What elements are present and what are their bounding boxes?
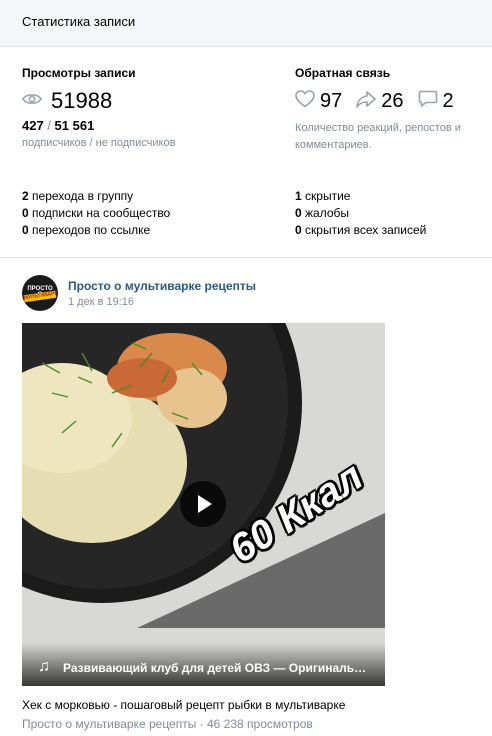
video-meta: Просто о мультиварке рецепты · 46 238 пр… <box>22 717 313 731</box>
comments-stat: 2 <box>418 90 454 113</box>
video-caption-bar: ♫ Развивающий клуб для детей ОВЗ — Ориги… <box>22 642 385 686</box>
post-card: ПРОСТО О МУЛЬТИВАРКЕ Просто о мультиварк… <box>0 258 492 736</box>
list-item-label: жалобы <box>301 206 350 220</box>
views-row: 51988 <box>22 88 112 114</box>
list-item-label: скрытия всех записей <box>301 223 427 237</box>
list-item-label: скрытие <box>301 189 351 203</box>
list-item-value: 0 <box>22 223 29 237</box>
likes-stat: 97 <box>295 90 342 113</box>
group-name-link[interactable]: Просто о мультиварке рецепты <box>68 279 256 293</box>
right-stats-list: 1 скрытие 0 жалобы 0 скрытия всех записе… <box>295 188 426 239</box>
list-item: 0 скрытия всех записей <box>295 222 426 239</box>
views-separator: / <box>43 118 55 133</box>
list-item: 0 переходов по ссылке <box>22 222 170 239</box>
share-icon <box>356 90 377 113</box>
list-item-value: 1 <box>295 189 302 203</box>
list-item-label: подписки на сообщество <box>28 206 171 220</box>
list-item-label: переходов по ссылке <box>28 223 151 237</box>
group-avatar[interactable]: ПРОСТО О МУЛЬТИВАРКЕ <box>22 275 58 311</box>
feedback-title: Обратная связь <box>295 66 391 80</box>
heart-icon <box>295 89 315 113</box>
page-title: Статистика записи <box>22 14 136 29</box>
list-item: 1 скрытие <box>295 188 426 205</box>
stats-panel: Просмотры записи 51988 427 / 51 561 подп… <box>0 48 492 256</box>
list-item-value: 0 <box>295 223 302 237</box>
feedback-row: 97 26 2 <box>295 88 468 114</box>
list-item-value: 0 <box>22 206 29 220</box>
post-date[interactable]: 1 дек в 19:16 <box>68 296 134 308</box>
eye-icon <box>22 92 42 111</box>
views-count: 51988 <box>51 88 113 113</box>
comment-icon <box>418 90 438 113</box>
list-item: 2 перехода в группу <box>22 188 170 205</box>
views-split-caption: подписчиков / не подписчиков <box>22 137 176 149</box>
list-item: 0 подписки на сообщество <box>22 205 170 222</box>
play-icon[interactable] <box>180 481 226 527</box>
left-stats-list: 2 перехода в группу 0 подписки на сообще… <box>22 188 170 239</box>
video-player[interactable]: 60 Ккал ♫ Развивающий клуб для детей ОВЗ… <box>22 323 385 686</box>
video-title-link[interactable]: Хек с морковью - пошаговый рецепт рыбки … <box>22 698 345 712</box>
music-caption: Развивающий клуб для детей ОВЗ — Оригина… <box>63 661 373 675</box>
list-item-label: перехода в группу <box>28 189 134 203</box>
feedback-caption: Количество реакций, репостов и комментар… <box>295 122 461 151</box>
reposts-stat: 26 <box>356 89 404 113</box>
views-split: 427 / 51 561 <box>22 118 94 133</box>
comments-count: 2 <box>442 89 454 112</box>
list-item-value: 0 <box>295 206 302 220</box>
list-item: 0 жалобы <box>295 205 426 222</box>
list-item-value: 2 <box>22 189 29 203</box>
music-note-icon: ♫ <box>38 658 50 675</box>
views-subscribers: 427 <box>22 118 44 133</box>
views-non-subscribers: 51 561 <box>54 118 95 133</box>
reposts-count: 26 <box>381 89 404 112</box>
stats-header: Статистика записи <box>0 0 492 47</box>
likes-count: 97 <box>320 89 343 112</box>
views-title: Просмотры записи <box>22 66 136 80</box>
